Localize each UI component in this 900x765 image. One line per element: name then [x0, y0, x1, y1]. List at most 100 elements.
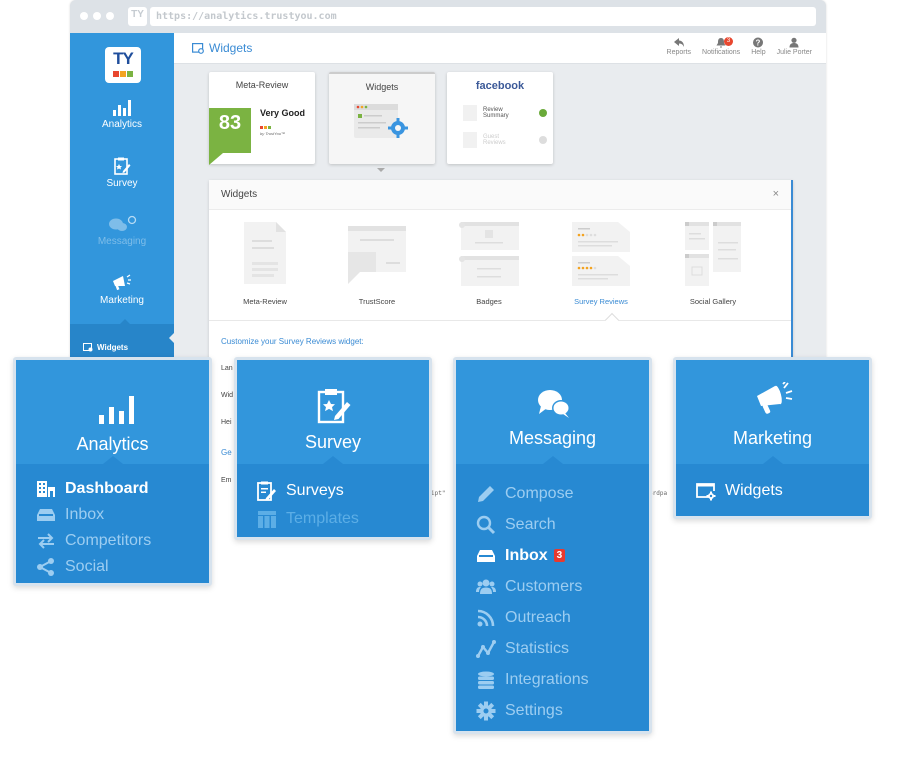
badges-illustration	[459, 222, 519, 286]
row-label: Guest Reviews	[483, 134, 506, 146]
reports-icon	[673, 38, 684, 47]
sidebar-item-marketing[interactable]: Marketing	[70, 274, 174, 306]
document-illustration	[244, 222, 286, 284]
gear-icon	[476, 701, 496, 720]
menu-item-statistics[interactable]: Statistics	[456, 633, 649, 664]
window-controls	[80, 12, 114, 20]
logo-text: TY	[113, 49, 134, 68]
sidebar-item-messaging[interactable]: Messaging	[70, 215, 174, 247]
facebook-card[interactable]: facebook Review Summary Guest Reviews	[447, 72, 553, 164]
divider	[209, 320, 791, 321]
widget-type-meta-review[interactable]: Meta-Review	[209, 222, 321, 306]
menu-item-templates[interactable]: Templates	[237, 506, 429, 532]
trustyou-logo[interactable]: TY	[105, 47, 141, 83]
menu-item-search[interactable]: Search	[456, 509, 649, 540]
clipboard-star-icon	[317, 389, 351, 424]
menu-body: Widgets	[676, 456, 869, 516]
menu-item-label: Search	[505, 515, 556, 533]
menu-item-label: Surveys	[286, 482, 344, 499]
window-dot[interactable]	[80, 12, 88, 20]
trustscore-illustration	[348, 226, 406, 284]
menu-item-label: Inbox	[505, 546, 548, 564]
menu-item-customers[interactable]: Customers	[456, 571, 649, 602]
help-button[interactable]: ? Help	[751, 37, 766, 56]
widget-type-badges[interactable]: Badges	[433, 222, 545, 306]
menu-item-competitors[interactable]: Competitors	[16, 528, 209, 554]
menu-item-label: Integrations	[505, 670, 589, 688]
user-menu-button[interactable]: Julie Porter	[777, 37, 812, 56]
panel-title: Widgets	[221, 189, 258, 200]
close-icon[interactable]: ×	[773, 188, 779, 200]
menu-header: Survey	[237, 360, 429, 464]
document-icon	[463, 132, 477, 148]
menu-item-inbox[interactable]: Inbox	[16, 502, 209, 528]
sidebar-item-label: Analytics	[101, 119, 142, 130]
chat-bubbles-icon	[109, 215, 137, 231]
page-title: Widgets	[192, 41, 252, 55]
widget-type-social-gallery[interactable]: Social Gallery	[657, 222, 769, 306]
menu-item-surveys[interactable]: Surveys	[237, 476, 429, 506]
sidebar-item-analytics[interactable]: Analytics	[70, 99, 174, 130]
address-bar[interactable]: https://analytics.trustyou.com	[150, 7, 816, 26]
widget-gear-illustration	[354, 104, 408, 138]
generate-link[interactable]: Ge	[221, 448, 232, 457]
sidebar-subitem-widgets[interactable]: Widgets	[70, 319, 174, 360]
page-title-text: Widgets	[209, 41, 253, 55]
sidebar-item-label: Survey	[106, 178, 138, 189]
inbox-tray-icon	[37, 509, 55, 521]
widget-window-icon	[83, 343, 93, 352]
menu-item-label: Settings	[505, 701, 563, 719]
messaging-menu: Messaging Compose Search Inbox 3 Custome…	[453, 357, 652, 734]
chat-bubbles-icon	[538, 390, 570, 418]
selected-card-indicator	[377, 168, 385, 172]
meta-review-card[interactable]: Meta-Review 83 Very Good by TrustYou™	[209, 72, 315, 165]
check-icon	[539, 136, 547, 144]
widget-type-label: Survey Reviews	[574, 297, 628, 306]
widget-type-survey-reviews[interactable]: Survey Reviews	[545, 222, 657, 306]
window-dot[interactable]	[106, 12, 114, 20]
menu-item-label: Inbox	[65, 506, 105, 523]
action-label: Reports	[666, 49, 692, 56]
action-label: Help	[751, 49, 766, 56]
window-dot[interactable]	[93, 12, 101, 20]
widget-type-list: Meta-Review TrustScore Badges Survey Rev…	[209, 222, 791, 306]
unread-count-badge: 3	[553, 549, 566, 562]
reports-button[interactable]: Reports	[666, 37, 692, 56]
sidebar-item-survey[interactable]: Survey	[70, 157, 174, 189]
menu-item-compose[interactable]: Compose	[456, 478, 649, 509]
menu-header: Analytics	[16, 360, 209, 464]
menu-item-social[interactable]: Social	[16, 554, 209, 580]
menu-item-widgets[interactable]: Widgets	[676, 478, 869, 504]
notification-badge: 3	[724, 37, 734, 46]
menu-item-settings[interactable]: Settings	[456, 695, 649, 726]
menu-item-outreach[interactable]: Outreach	[456, 602, 649, 633]
score-badge: 83	[209, 108, 251, 165]
users-icon	[476, 579, 496, 594]
template-icon	[258, 511, 276, 528]
menu-item-integrations[interactable]: Integrations	[456, 664, 649, 695]
widget-window-icon	[192, 42, 204, 54]
header-actions: Reports 3 Notifications ? Help Julie Por…	[667, 37, 812, 56]
swap-arrows-icon	[38, 533, 54, 549]
widget-type-trustscore[interactable]: TrustScore	[321, 222, 433, 306]
database-icon	[478, 671, 494, 689]
menu-title: Messaging	[508, 428, 597, 448]
rss-icon	[477, 609, 495, 626]
browser-toolbar: TY https://analytics.trustyou.com	[70, 0, 826, 33]
widget-type-label: TrustScore	[358, 297, 396, 306]
menu-title: Survey	[304, 432, 362, 452]
width-label: Wid	[221, 392, 234, 399]
pencil-icon	[478, 485, 494, 502]
sidebar-item-label: Marketing	[100, 295, 144, 306]
customize-heading: Customize your Survey Reviews widget:	[221, 337, 364, 346]
share-icon	[37, 558, 54, 576]
notifications-button[interactable]: 3 Notifications	[702, 37, 740, 56]
menu-item-inbox[interactable]: Inbox 3	[456, 540, 649, 571]
search-icon	[476, 515, 496, 534]
menu-body: Surveys Templates	[237, 456, 429, 537]
menu-item-label: Templates	[286, 510, 359, 527]
menu-item-label: Dashboard	[65, 480, 149, 497]
widgets-card[interactable]: Widgets	[329, 72, 435, 164]
menu-item-dashboard[interactable]: Dashboard	[16, 476, 209, 502]
selected-type-pointer	[604, 312, 620, 328]
